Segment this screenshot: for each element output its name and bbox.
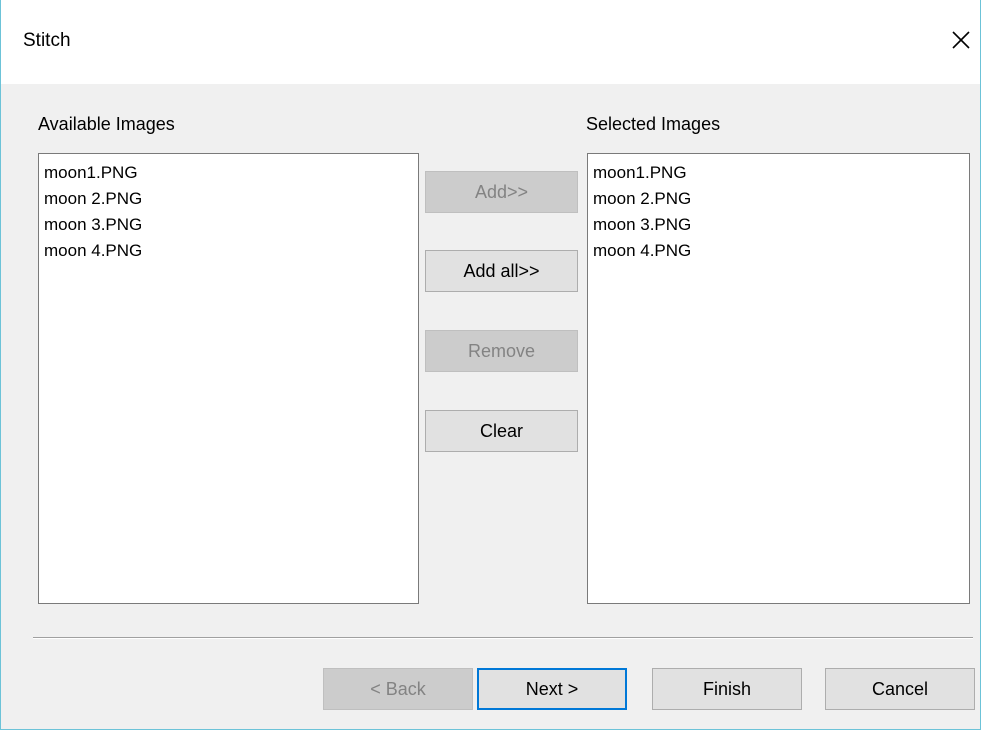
list-item[interactable]: moon 2.PNG — [44, 186, 413, 212]
list-item[interactable]: moon 4.PNG — [44, 238, 413, 264]
add-button[interactable]: Add>> — [425, 171, 578, 213]
list-item[interactable]: moon 3.PNG — [44, 212, 413, 238]
title-bar: Stitch — [1, 0, 980, 84]
cancel-button[interactable]: Cancel — [825, 668, 975, 710]
stitch-dialog: Stitch Available Images moon1.PNG moon 2… — [0, 0, 981, 730]
list-item[interactable]: moon 4.PNG — [593, 238, 964, 264]
back-button[interactable]: < Back — [323, 668, 473, 710]
finish-button[interactable]: Finish — [652, 668, 802, 710]
list-item[interactable]: moon1.PNG — [44, 160, 413, 186]
dialog-title: Stitch — [23, 30, 71, 51]
list-item[interactable]: moon 2.PNG — [593, 186, 964, 212]
clear-button[interactable]: Clear — [425, 410, 578, 452]
list-item[interactable]: moon 3.PNG — [593, 212, 964, 238]
add-all-button[interactable]: Add all>> — [425, 250, 578, 292]
footer-separator — [33, 637, 973, 639]
available-images-label: Available Images — [38, 114, 175, 134]
next-button[interactable]: Next > — [477, 668, 627, 710]
selected-images-list[interactable]: moon1.PNG moon 2.PNG moon 3.PNG moon 4.P… — [587, 153, 970, 604]
close-icon[interactable] — [949, 28, 973, 52]
remove-button[interactable]: Remove — [425, 330, 578, 372]
available-images-list[interactable]: moon1.PNG moon 2.PNG moon 3.PNG moon 4.P… — [38, 153, 419, 604]
list-item[interactable]: moon1.PNG — [593, 160, 964, 186]
selected-images-label: Selected Images — [586, 114, 721, 134]
